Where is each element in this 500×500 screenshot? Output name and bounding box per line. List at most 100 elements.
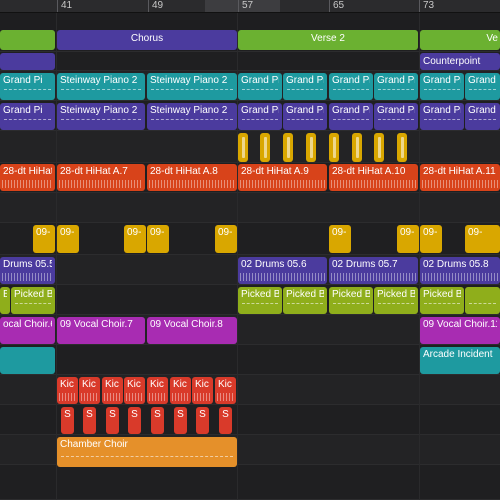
midi-region[interactable]: Grand Pi <box>283 103 327 130</box>
midi-region[interactable]: Steinway Piano 2 <box>57 73 145 100</box>
audio-region[interactable] <box>352 133 362 162</box>
region-label: Grand Pi <box>332 75 370 86</box>
midi-region[interactable]: Grand Pi <box>0 103 55 130</box>
audio-region[interactable]: ocal Choir.6 <box>0 317 55 344</box>
midi-region[interactable]: B <box>0 287 10 314</box>
audio-region[interactable]: Chamber Choir <box>57 437 237 467</box>
region-label: 09- <box>60 227 75 238</box>
arrangement-marker-chorus[interactable]: Chorus <box>57 30 237 50</box>
audio-region[interactable]: S <box>128 407 141 434</box>
audio-region[interactable]: 28-dt HiHat A.6 <box>0 164 55 191</box>
midi-region[interactable]: Grand Pi <box>238 103 282 130</box>
audio-region[interactable] <box>283 133 293 162</box>
midi-region[interactable]: Arcade Incident <box>420 347 500 374</box>
midi-region[interactable]: Grand Pi <box>465 103 500 130</box>
audio-region[interactable]: S <box>83 407 96 434</box>
region-label: Chamber Choir <box>60 439 128 450</box>
midi-region[interactable]: Grand Pi <box>329 73 373 100</box>
midi-region[interactable]: Picked B <box>283 287 327 314</box>
midi-region[interactable]: Picked B <box>420 287 464 314</box>
audio-region[interactable]: 09- <box>420 225 442 253</box>
audio-region[interactable]: S <box>219 407 232 434</box>
audio-region[interactable]: 09- <box>397 225 419 253</box>
audio-region[interactable] <box>397 133 407 162</box>
track-lane <box>0 465 500 500</box>
region-label: S <box>199 409 206 420</box>
midi-region[interactable]: Steinway Piano 2 <box>57 103 145 130</box>
audio-region[interactable]: 09- <box>57 225 79 253</box>
midi-region[interactable]: Grand Pi <box>374 103 418 130</box>
midi-region[interactable]: Grand Pi <box>283 73 327 100</box>
midi-region[interactable]: Grand Pi <box>238 73 282 100</box>
audio-region[interactable]: Drums 05.5 <box>0 257 55 284</box>
audio-region[interactable]: 02 Drums 05.7 <box>329 257 418 284</box>
region-label: S <box>64 409 71 420</box>
midi-region[interactable]: Picked B <box>374 287 418 314</box>
region-counterpoint[interactable] <box>0 53 55 70</box>
midi-region[interactable] <box>465 287 500 314</box>
audio-region[interactable] <box>374 133 384 162</box>
midi-region[interactable]: Steinway Piano 2 <box>147 73 237 100</box>
midi-region[interactable]: Grand Pi <box>420 103 464 130</box>
audio-region[interactable]: 09 Vocal Choir.7 <box>57 317 145 344</box>
audio-region[interactable]: Kic <box>147 377 168 404</box>
region-label: 09- <box>423 227 438 238</box>
audio-region[interactable] <box>329 133 339 162</box>
audio-region[interactable]: 09- <box>329 225 351 253</box>
audio-region[interactable]: 02 Drums 05.6 <box>238 257 327 284</box>
audio-region[interactable]: 09 Vocal Choir.11 <box>420 317 500 344</box>
timeline-ruler[interactable]: 41 49 57 65 73 <box>0 0 500 13</box>
audio-region[interactable]: 09- <box>33 225 55 253</box>
region-label: 28-dt HiHat A.7 <box>60 166 128 177</box>
arrangement-marker-verse[interactable]: Ve <box>420 30 500 50</box>
arrangement-marker-verse-2[interactable]: Verse 2 <box>238 30 418 50</box>
midi-region[interactable]: Grand Pi <box>465 73 500 100</box>
midi-region[interactable] <box>0 347 55 374</box>
audio-region[interactable] <box>238 133 248 162</box>
audio-region[interactable]: 28-dt HiHat A.9 <box>238 164 327 191</box>
audio-region[interactable]: S <box>196 407 209 434</box>
midi-region[interactable]: Picked B <box>11 287 55 314</box>
audio-region[interactable]: 28-dt HiHat A.11 <box>420 164 500 191</box>
audio-region[interactable]: 09- <box>465 225 500 253</box>
region-label: Grand Pi <box>286 75 324 86</box>
audio-region[interactable]: S <box>106 407 119 434</box>
audio-region[interactable]: Kic <box>170 377 191 404</box>
audio-region[interactable]: S <box>151 407 164 434</box>
region-label: Kic <box>127 379 141 390</box>
audio-region[interactable]: Kic <box>124 377 145 404</box>
audio-region[interactable]: Kic <box>102 377 123 404</box>
audio-region[interactable]: S <box>174 407 187 434</box>
midi-region[interactable]: Grand Pi <box>420 73 464 100</box>
midi-region[interactable]: Grand Pi <box>374 73 418 100</box>
audio-region[interactable]: 28-dt HiHat A.10 <box>329 164 418 191</box>
audio-region[interactable]: S <box>61 407 74 434</box>
audio-region[interactable]: 09- <box>147 225 169 253</box>
region-label: Grand Pi <box>423 75 461 86</box>
audio-region[interactable]: Kic <box>192 377 213 404</box>
audio-region[interactable] <box>260 133 270 162</box>
region-label: 28-dt HiHat A.9 <box>241 166 309 177</box>
audio-region[interactable]: Kic <box>79 377 100 404</box>
region-counterpoint[interactable]: Counterpoint <box>420 53 500 70</box>
midi-region[interactable]: Picked B <box>329 287 373 314</box>
audio-region[interactable]: 28-dt HiHat A.7 <box>57 164 145 191</box>
audio-region[interactable]: Kic <box>57 377 78 404</box>
audio-region[interactable] <box>306 133 316 162</box>
region-label: S <box>131 409 138 420</box>
midi-region[interactable]: Picked B <box>238 287 282 314</box>
midi-region[interactable]: Steinway Piano 2 <box>147 103 237 130</box>
track-lane <box>0 405 500 435</box>
audio-region[interactable]: 09 Vocal Choir.8 <box>147 317 237 344</box>
audio-region[interactable]: Kic <box>215 377 236 404</box>
audio-region[interactable]: 09- <box>124 225 146 253</box>
region-label: 09 Vocal Choir.11 <box>423 319 497 330</box>
midi-region[interactable]: Grand Pi <box>329 103 373 130</box>
audio-region[interactable]: 02 Drums 05.8 <box>420 257 500 284</box>
audio-region[interactable]: 28-dt HiHat A.8 <box>147 164 237 191</box>
region-label: 09- <box>127 227 142 238</box>
midi-region[interactable]: Grand Pi <box>0 73 55 100</box>
tracks-area[interactable]: Chorus Verse 2 Ve Counterpoint Grand Pi … <box>0 13 500 500</box>
audio-region[interactable]: 09- <box>215 225 237 253</box>
arrangement-marker[interactable] <box>0 30 55 50</box>
